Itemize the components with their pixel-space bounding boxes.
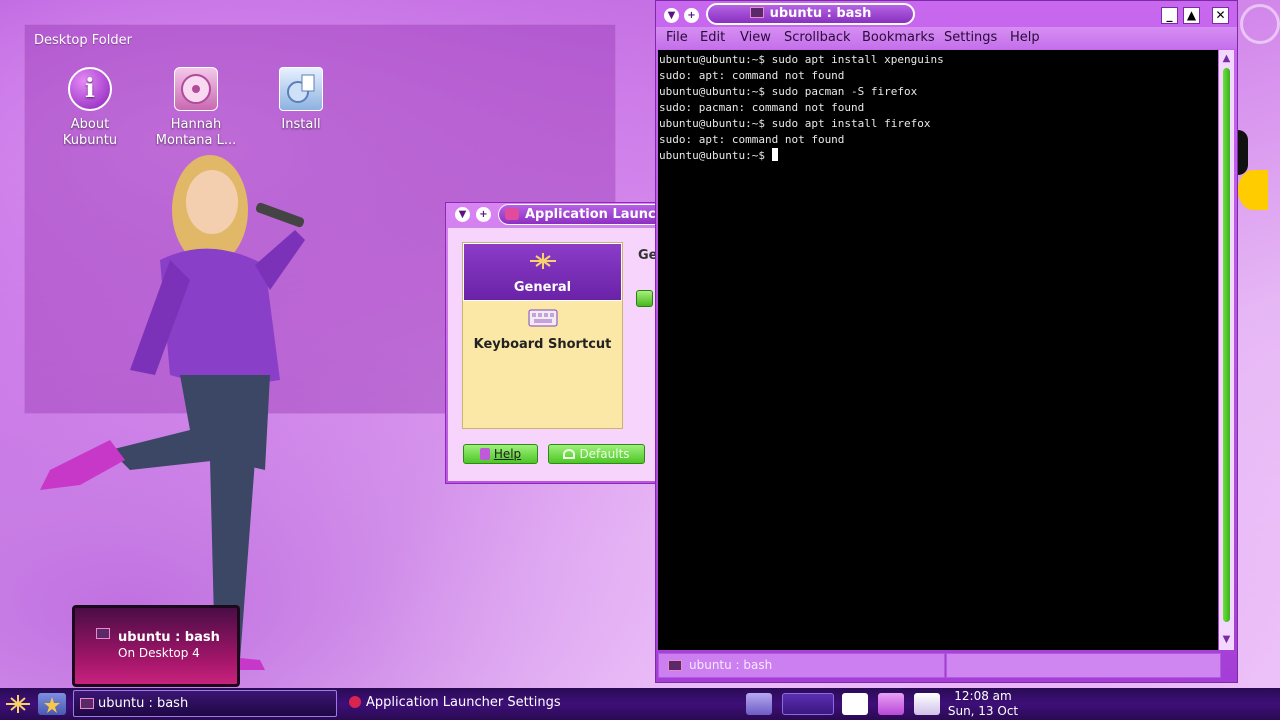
penguin-beak-partial — [1238, 170, 1268, 210]
page-item-general[interactable]: General — [463, 243, 622, 301]
taskbar-notification[interactable]: ubuntu : bash On Desktop 4 — [72, 605, 240, 687]
desktop-icon-label: About — [70, 117, 110, 132]
help-icon — [479, 448, 490, 460]
terminal-menubar: File Edit View Scrollback Bookmarks Sett… — [656, 27, 1237, 49]
notification-title: ubuntu : bash — [118, 630, 220, 645]
launcher-app-icon — [505, 208, 519, 220]
help-label: Help — [493, 447, 522, 461]
terminal-window: ▼ + ubuntu : bash _ ▲ ✕ File Edit View S… — [655, 0, 1238, 683]
help-button[interactable]: Help — [463, 444, 538, 464]
pager-icon[interactable] — [782, 693, 834, 715]
menu-bookmarks[interactable]: Bookmarks — [862, 30, 935, 45]
terminal-tab-label: ubuntu : bash — [689, 658, 773, 672]
clock-date: Sun, 13 Oct — [947, 704, 1019, 718]
terminal-prompt-line: ubuntu@ubuntu:~$ — [659, 148, 1218, 164]
task-label: ubuntu : bash — [98, 696, 189, 711]
minimize-button[interactable]: _ — [1161, 7, 1178, 24]
terminal-output[interactable]: ubuntu@ubuntu:~$ sudo apt install xpengu… — [658, 50, 1218, 650]
clock[interactable]: 12:08 am Sun, 13 Oct — [944, 689, 1022, 719]
text-cursor — [771, 148, 778, 161]
taskbar: ubuntu : bash Application Launcher Setti… — [0, 688, 1280, 720]
scroll-up-icon[interactable]: ▲ — [1221, 53, 1232, 64]
scrollbar-thumb[interactable] — [1223, 68, 1230, 622]
window-menu-button[interactable]: ▼ — [455, 207, 470, 222]
close-button[interactable]: ✕ — [1212, 7, 1229, 24]
desktop-icon-install[interactable]: Install — [256, 67, 346, 133]
maximize-button[interactable]: ▲ — [1183, 7, 1200, 24]
info-icon: i — [68, 67, 112, 111]
sticky-button[interactable]: + — [684, 8, 699, 23]
keyboard-icon — [528, 309, 557, 327]
terminal-app-icon — [749, 7, 764, 18]
notification-subtitle: On Desktop 4 — [118, 646, 200, 660]
kubuntu-logo-icon — [529, 253, 556, 269]
desktop-folder-title: Desktop Folder — [34, 33, 132, 48]
k-menu-icon[interactable] — [4, 693, 32, 715]
terminal-line: ubuntu@ubuntu:~$ sudo apt install xpengu… — [659, 53, 944, 66]
app-launcher-settings-window: ▼ + Application Launch General Keyboard … — [445, 202, 660, 484]
sticky-button[interactable]: + — [476, 207, 491, 222]
menu-file[interactable]: File — [666, 30, 688, 45]
disc-icon — [174, 67, 218, 111]
terminal-scrollbar[interactable]: ▲ ▼ — [1219, 50, 1234, 650]
menu-scrollback[interactable]: Scrollback — [784, 30, 851, 45]
home-folder-icon[interactable] — [38, 693, 66, 715]
page-item-label: General — [513, 280, 572, 295]
launcher-app-icon — [349, 696, 361, 708]
desktop-icon-about-kubuntu[interactable]: i About Kubuntu — [45, 67, 135, 149]
terminal-title: ubuntu : bash — [706, 3, 915, 25]
desktop-icon-label: Install — [281, 117, 321, 132]
taskbar-task-launcher-settings[interactable]: Application Launcher Settings — [342, 690, 604, 717]
clock-time: 12:08 am — [954, 689, 1012, 703]
menu-edit[interactable]: Edit — [700, 30, 725, 45]
terminal-line: sudo: pacman: command not found — [659, 101, 865, 114]
desktop-icon-hannah-montana[interactable]: Hannah Montana L... — [151, 67, 241, 149]
terminal-titlebar[interactable]: ▼ + ubuntu : bash _ ▲ ✕ — [656, 1, 1237, 27]
terminal-tab-icon — [668, 660, 682, 671]
wallpaper-figure — [40, 155, 305, 670]
desktop-switch-icon[interactable] — [746, 693, 772, 715]
defaults-label: Defaults — [579, 447, 630, 461]
app-launcher-titlebar[interactable]: ▼ + Application Launch — [446, 203, 659, 225]
window-menu-button[interactable]: ▼ — [664, 8, 679, 23]
terminal-line: ubuntu@ubuntu:~$ sudo apt install firefo… — [659, 117, 931, 130]
terminal-line: sudo: apt: command not found — [659, 133, 845, 146]
taskbar-task-terminal[interactable]: ubuntu : bash — [73, 690, 337, 717]
klipper-clipboard-icon[interactable] — [842, 693, 868, 715]
task-label: Application Launcher Settings — [366, 695, 561, 710]
defaults-icon — [563, 449, 576, 459]
app-launcher-body: General Keyboard Shortcut Ge Help Defaul… — [448, 227, 659, 481]
install-icon — [279, 67, 323, 111]
penguin-partial — [1238, 130, 1248, 175]
menu-settings[interactable]: Settings — [944, 30, 997, 45]
settings-page-list: General Keyboard Shortcut — [462, 242, 623, 429]
device-notifier-icon[interactable] — [914, 693, 940, 715]
package-updates-icon[interactable] — [878, 693, 904, 715]
desktop-icon-label: Hannah — [170, 117, 222, 132]
terminal-line: sudo: apt: command not found — [659, 69, 845, 82]
terminal-session-tab[interactable]: ubuntu : bash — [658, 653, 945, 678]
terminal-prompt: ubuntu@ubuntu:~$ — [659, 149, 772, 162]
desktop-widget-ring — [1240, 4, 1280, 44]
terminal-tabbar-empty — [946, 653, 1221, 678]
app-launcher-title-text: Application Launch — [525, 207, 659, 222]
page-item-label: Keyboard Shortcut — [473, 337, 612, 352]
terminal-title-text: ubuntu : bash — [769, 6, 872, 21]
menu-help[interactable]: Help — [1010, 30, 1040, 45]
general-option-checkbox[interactable] — [636, 290, 653, 307]
page-item-keyboard-shortcut[interactable]: Keyboard Shortcut — [463, 301, 622, 359]
scroll-down-icon[interactable]: ▼ — [1221, 634, 1232, 645]
defaults-button[interactable]: Defaults — [548, 444, 645, 464]
terminal-app-icon — [96, 628, 110, 639]
terminal-line: ubuntu@ubuntu:~$ sudo pacman -S firefox — [659, 85, 918, 98]
app-launcher-title: Application Launch — [498, 204, 659, 225]
terminal-app-icon — [80, 698, 94, 709]
menu-view[interactable]: View — [740, 30, 771, 45]
